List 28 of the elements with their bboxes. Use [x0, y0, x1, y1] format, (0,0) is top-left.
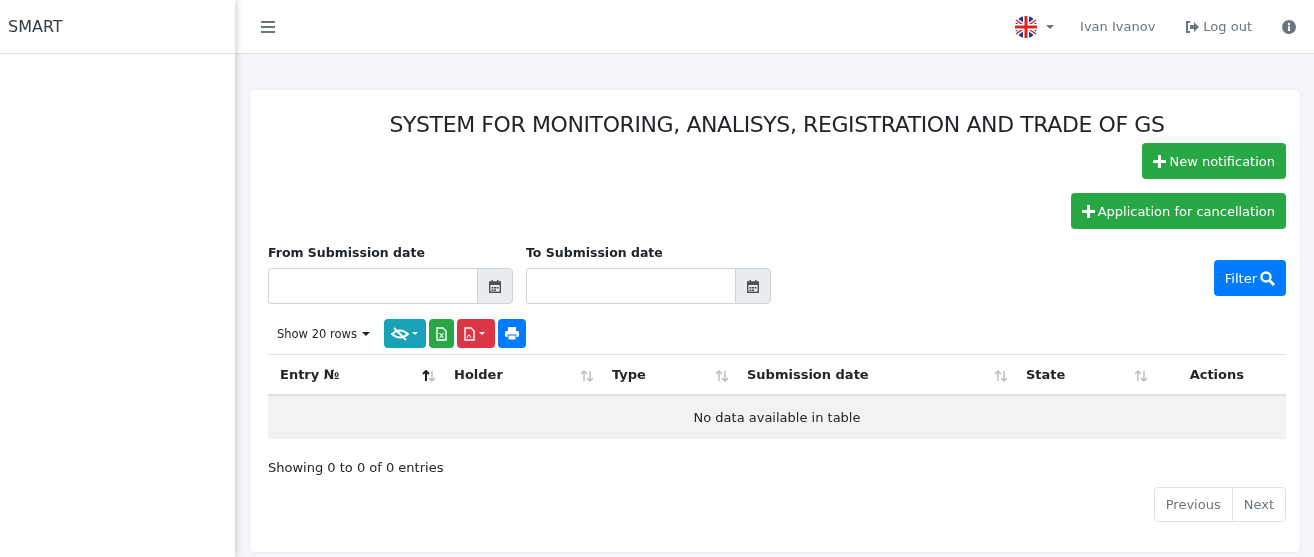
sign-out-icon	[1185, 20, 1200, 33]
page-title: SYSTEM FOR MONITORING, ANALISYS, REGISTRATION AND TRADE OF GS	[388, 112, 1166, 137]
page-length-dropdown[interactable]: Show 20 rows	[268, 320, 379, 347]
excel-export-button[interactable]	[428, 319, 454, 348]
calendar-icon[interactable]	[735, 268, 771, 304]
pdf-export-button[interactable]	[456, 319, 495, 348]
date-field[interactable]	[526, 268, 735, 304]
excel-file-icon	[435, 326, 447, 341]
date-field[interactable]	[268, 268, 477, 304]
field-label: To Submission date	[526, 245, 664, 260]
plus-icon	[1081, 204, 1095, 218]
printer-icon	[504, 327, 519, 340]
language-dropdown[interactable]	[1014, 14, 1055, 39]
eye-slash-icon	[390, 326, 419, 341]
user-link[interactable]: Ivan Ivanov	[1080, 19, 1156, 34]
pdf-file-icon	[463, 326, 488, 341]
logout-link[interactable]: Log out	[1185, 19, 1252, 34]
calendar-icon[interactable]	[477, 268, 513, 304]
plus-icon	[1153, 154, 1167, 168]
print-button[interactable]	[497, 319, 526, 348]
table-info: Showing 0 to 0 of 0 entries	[268, 460, 445, 475]
filter-button[interactable]: Filter	[1213, 260, 1286, 296]
empty-table-message: No data available in table	[268, 395, 1286, 439]
info-icon[interactable]	[1282, 19, 1296, 34]
search-icon	[1260, 270, 1275, 286]
field-label: From Submission date	[268, 245, 426, 260]
sort-icon[interactable]	[422, 370, 436, 382]
column-visibility-button[interactable]	[383, 319, 426, 348]
